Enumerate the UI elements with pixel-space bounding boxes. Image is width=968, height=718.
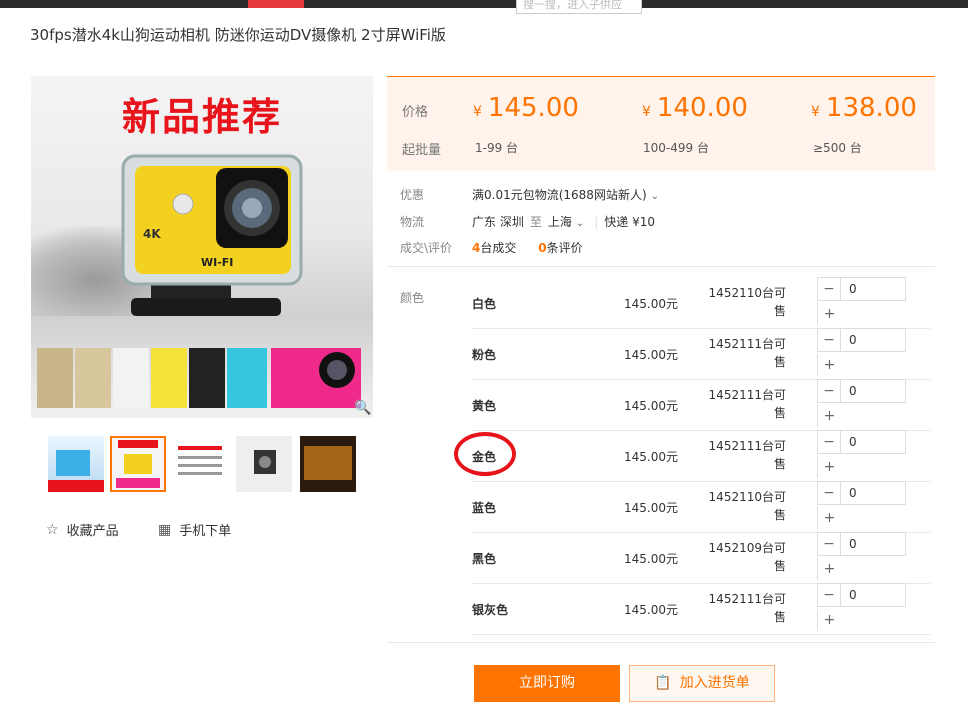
quantity-input[interactable]: 0 [841, 583, 906, 607]
chevron-down-icon[interactable]: ⌄ [576, 218, 584, 229]
deals-value[interactable]: 4台成交 0条评价 [472, 239, 583, 256]
quantity-input[interactable]: 0 [841, 277, 906, 301]
color-price: 145.00元 [624, 603, 678, 617]
highlight-circle-annotation [454, 432, 516, 476]
color-name: 银灰色 [472, 603, 509, 617]
clipboard-icon: 📋 [654, 675, 672, 691]
svg-text:WI-FI: WI-FI [201, 256, 233, 269]
moq-label: 起批量 [402, 143, 442, 158]
plus-button[interactable]: + [817, 303, 841, 325]
thumbnail-5[interactable] [300, 436, 356, 492]
minus-button[interactable]: − [817, 430, 841, 454]
mobile-order-label: 手机下单 [179, 524, 232, 539]
color-name: 粉色 [472, 348, 497, 362]
plus-button[interactable]: + [817, 507, 841, 529]
plus-button[interactable]: + [817, 456, 841, 478]
thumbnail-2[interactable] [110, 436, 166, 492]
color-stock: 1452111台可售 [708, 592, 786, 624]
color-stock: 1452111台可售 [708, 337, 786, 369]
minus-button[interactable]: − [817, 328, 841, 352]
color-row-yellow: 黄色 145.00元 1452111台可售 − 0 + [472, 379, 930, 431]
tier-price-1: ¥145.00 [473, 93, 579, 123]
deals-label: 成交\评价 [400, 241, 453, 255]
star-icon: ☆ [46, 521, 59, 538]
express-fee: 快递 ¥10 [604, 215, 656, 229]
color-row-silver: 银灰色 145.00元 1452111台可售 − 0 + [472, 583, 930, 635]
camera-illustration: 4K WI-FI [37, 154, 361, 408]
quantity-input[interactable]: 0 [841, 379, 906, 403]
tier-range-2: 100-499 台 [643, 141, 709, 155]
origin: 广东 深圳 [472, 215, 524, 229]
plus-button[interactable]: + [817, 405, 841, 427]
search-input[interactable]: 搜一搜，进入子供应 [516, 0, 642, 14]
color-price: 145.00元 [624, 399, 678, 413]
main-product-image[interactable]: 新品推荐 4K WI-FI [31, 76, 373, 418]
top-navigation-bar: 搜一搜，进入子供应 [0, 0, 968, 14]
color-price: 145.00元 [624, 552, 678, 566]
order-now-button[interactable]: 立即订购 [474, 665, 620, 702]
destination-select[interactable]: 上海 [548, 215, 572, 229]
plus-button[interactable]: + [817, 609, 841, 631]
logistics-value: 广东 深圳至上海 ⌄ | 快递 ¥10 [472, 215, 656, 229]
color-stock: 1452111台可售 [708, 439, 786, 471]
color-price: 145.00元 [624, 501, 678, 515]
favorite-product-link[interactable]: ☆ 收藏产品 [46, 520, 119, 540]
minus-button[interactable]: − [817, 277, 841, 301]
active-nav-tab[interactable] [248, 0, 304, 8]
svg-text:4K: 4K [143, 227, 161, 241]
zoom-icon[interactable]: 🔍 [354, 400, 371, 416]
color-price: 145.00元 [624, 297, 678, 311]
color-row-pink: 粉色 145.00元 1452111台可售 − 0 + [472, 328, 930, 380]
color-name: 黑色 [472, 552, 497, 566]
color-price: 145.00元 [624, 348, 678, 362]
thumbnail-4[interactable] [236, 436, 292, 492]
color-stock: 1452111台可售 [708, 388, 786, 420]
quantity-input[interactable]: 0 [841, 481, 906, 505]
color-label: 颜色 [400, 291, 425, 305]
color-stock: 1452110台可售 [708, 286, 786, 318]
tier-range-1: 1-99 台 [475, 141, 519, 155]
quantity-input[interactable]: 0 [841, 430, 906, 454]
minus-button[interactable]: − [817, 481, 841, 505]
promo-label: 优惠 [400, 188, 425, 202]
minus-button[interactable]: − [817, 583, 841, 607]
logistics-label: 物流 [400, 215, 425, 229]
product-title: 30fps潜水4k山狗运动相机 防迷你运动DV摄像机 2寸屏WiFi版 [30, 26, 446, 44]
tier-price-3: ¥138.00 [811, 93, 917, 123]
plus-button[interactable]: + [817, 558, 841, 580]
thumbnail-1[interactable] [48, 436, 104, 492]
tier-price-2: ¥140.00 [642, 93, 748, 123]
divider [387, 266, 935, 267]
minus-button[interactable]: − [817, 379, 841, 403]
promo-value[interactable]: 满0.01元包物流(1688网站新人) ⌄ [472, 186, 659, 203]
color-name: 蓝色 [472, 501, 497, 515]
add-to-cart-button[interactable]: 📋 加入进货单 [629, 665, 775, 702]
favorite-label: 收藏产品 [66, 524, 119, 539]
color-row-blue: 蓝色 145.00元 1452110台可售 − 0 + [472, 481, 930, 533]
color-name: 白色 [472, 297, 497, 311]
divider [387, 642, 935, 643]
quantity-input[interactable]: 0 [841, 532, 906, 556]
add-to-cart-label: 加入进货单 [679, 675, 750, 691]
color-row-white: 白色 145.00元 1452110台可售 − 0 + [472, 277, 930, 329]
tier-range-3: ≥500 台 [813, 141, 862, 155]
quantity-input[interactable]: 0 [841, 328, 906, 352]
color-row-black: 黑色 145.00元 1452109台可售 − 0 + [472, 532, 930, 584]
color-stock: 1452109台可售 [708, 541, 786, 573]
color-row-gold: 金色 145.00元 1452111台可售 − 0 + [472, 430, 930, 482]
thumbnail-3[interactable] [172, 436, 228, 492]
qr-code-icon: ▦ [158, 521, 172, 538]
color-price: 145.00元 [624, 450, 678, 464]
color-name: 黄色 [472, 399, 497, 413]
price-label: 价格 [402, 105, 429, 120]
chevron-down-icon: ⌄ [650, 191, 660, 202]
mobile-order-link[interactable]: ▦ 手机下单 [158, 520, 232, 540]
color-stock: 1452110台可售 [708, 490, 786, 522]
price-panel: 价格 起批量 ¥145.00 ¥140.00 ¥138.00 1-99 台 10… [387, 76, 935, 171]
minus-button[interactable]: − [817, 532, 841, 556]
plus-button[interactable]: + [817, 354, 841, 376]
